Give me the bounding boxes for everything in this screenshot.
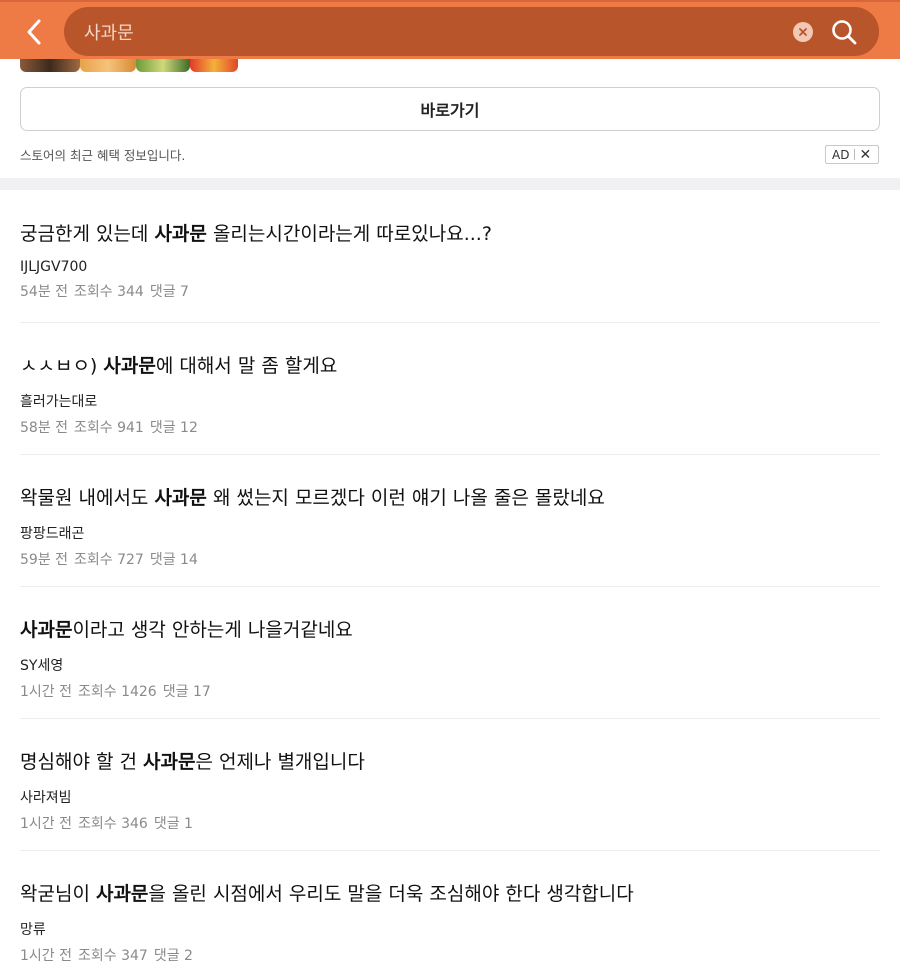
list-item[interactable]: 사과문이라고 생각 안하는게 나을거같네요 SY세영 1시간 전 조회수 1426… xyxy=(20,615,880,701)
goto-button[interactable]: 바로가기 xyxy=(20,87,880,131)
post-author: SY세영 xyxy=(20,658,64,674)
list-item[interactable]: 왁물원 내에서도 사과문 왜 썼는지 모르겠다 이런 얘기 나올 줄은 몰랐네요… xyxy=(20,483,880,569)
keyword-highlight: 사과문 xyxy=(154,487,207,509)
post-comments: 댓글 2 xyxy=(153,948,193,964)
post-meta: 54분 전 조회수 344 댓글 7 xyxy=(20,281,880,301)
post-title[interactable]: 궁금한게 있는데 사과문 올리는시간이라는게 따로있나요...? xyxy=(20,219,880,246)
divider xyxy=(20,586,880,587)
post-comments: 댓글 1 xyxy=(153,816,193,832)
post-author: 망류 xyxy=(20,922,46,938)
ad-product-thumbnails[interactable] xyxy=(20,59,238,72)
post-views: 조회수 346 xyxy=(78,816,148,832)
keyword-highlight: 사과문 xyxy=(95,883,149,905)
list-item[interactable]: 궁금한게 있는데 사과문 올리는시간이라는게 따로있나요...? IJLJGV7… xyxy=(20,219,880,301)
post-meta: 1시간 전 조회수 346 댓글 1 xyxy=(20,813,880,833)
store-benefit-info: 스토어의 최근 혜택 정보입니다. xyxy=(20,148,186,163)
post-title[interactable]: 왁물원 내에서도 사과문 왜 썼는지 모르겠다 이런 얘기 나올 줄은 몰랐네요 xyxy=(20,483,880,510)
keyword-highlight: 사과문 xyxy=(143,751,196,773)
divider xyxy=(20,718,880,719)
keyword-highlight: 사과문 xyxy=(154,223,207,245)
post-time: 54분 전 xyxy=(20,284,69,300)
post-views: 조회수 1426 xyxy=(78,684,157,700)
top-search-bar xyxy=(0,0,900,59)
post-comments: 댓글 7 xyxy=(149,284,189,300)
post-author: 사라져빔 xyxy=(20,790,72,806)
ad-thumbnail xyxy=(190,59,238,72)
post-comments: 댓글 17 xyxy=(162,684,211,700)
post-time: 58분 전 xyxy=(20,420,69,436)
divider xyxy=(20,322,880,323)
post-time: 1시간 전 xyxy=(20,816,72,832)
search-icon[interactable] xyxy=(830,18,858,46)
section-divider xyxy=(0,178,900,190)
post-views: 조회수 347 xyxy=(78,948,148,964)
post-views: 조회수 344 xyxy=(74,284,144,300)
ad-close-icon[interactable]: ✕ xyxy=(859,148,871,162)
post-time: 59분 전 xyxy=(20,552,69,568)
post-comments: 댓글 14 xyxy=(149,552,198,568)
ad-badge: AD ✕ xyxy=(825,145,879,164)
post-title[interactable]: ㅅㅅㅂㅇ) 사과문에 대해서 말 좀 할게요 xyxy=(20,351,880,378)
post-meta: 1시간 전 조회수 1426 댓글 17 xyxy=(20,681,880,701)
search-box xyxy=(64,7,879,56)
close-icon xyxy=(799,28,807,36)
post-title[interactable]: 사과문이라고 생각 안하는게 나을거같네요 xyxy=(20,615,880,642)
list-item[interactable]: 왁굳님이 사과문을 올린 시점에서 우리도 말을 더욱 조심해야 한다 생각합니… xyxy=(20,879,880,965)
list-item[interactable]: 명심해야 할 건 사과문은 언제나 별개입니다 사라져빔 1시간 전 조회수 34… xyxy=(20,747,880,833)
ad-thumbnail xyxy=(20,59,80,72)
clear-search-button[interactable] xyxy=(793,22,813,42)
post-meta: 59분 전 조회수 727 댓글 14 xyxy=(20,549,880,569)
post-time: 1시간 전 xyxy=(20,948,72,964)
post-views: 조회수 941 xyxy=(74,420,144,436)
ad-thumbnail xyxy=(80,59,136,72)
divider xyxy=(854,149,856,160)
post-meta: 58분 전 조회수 941 댓글 12 xyxy=(20,417,880,437)
ad-label: AD xyxy=(832,147,850,162)
post-author: 팡팡드래곤 xyxy=(20,526,85,542)
keyword-highlight: 사과문 xyxy=(103,355,156,377)
post-title[interactable]: 왁굳님이 사과문을 올린 시점에서 우리도 말을 더욱 조심해야 한다 생각합니… xyxy=(20,879,880,906)
divider xyxy=(20,850,880,851)
post-time: 1시간 전 xyxy=(20,684,72,700)
search-input[interactable] xyxy=(84,7,764,56)
back-button[interactable] xyxy=(14,12,54,52)
ad-thumbnail xyxy=(136,59,190,72)
divider xyxy=(20,454,880,455)
chevron-left-icon xyxy=(27,19,41,45)
post-meta: 1시간 전 조회수 347 댓글 2 xyxy=(20,945,880,965)
post-comments: 댓글 12 xyxy=(149,420,198,436)
post-author: IJLJGV700 xyxy=(20,259,88,275)
post-author: 흘러가는대로 xyxy=(20,394,98,410)
list-item[interactable]: ㅅㅅㅂㅇ) 사과문에 대해서 말 좀 할게요 흘러가는대로 58분 전 조회수 9… xyxy=(20,351,880,437)
post-views: 조회수 727 xyxy=(74,552,144,568)
keyword-highlight: 사과문 xyxy=(20,619,73,641)
post-title[interactable]: 명심해야 할 건 사과문은 언제나 별개입니다 xyxy=(20,747,880,774)
